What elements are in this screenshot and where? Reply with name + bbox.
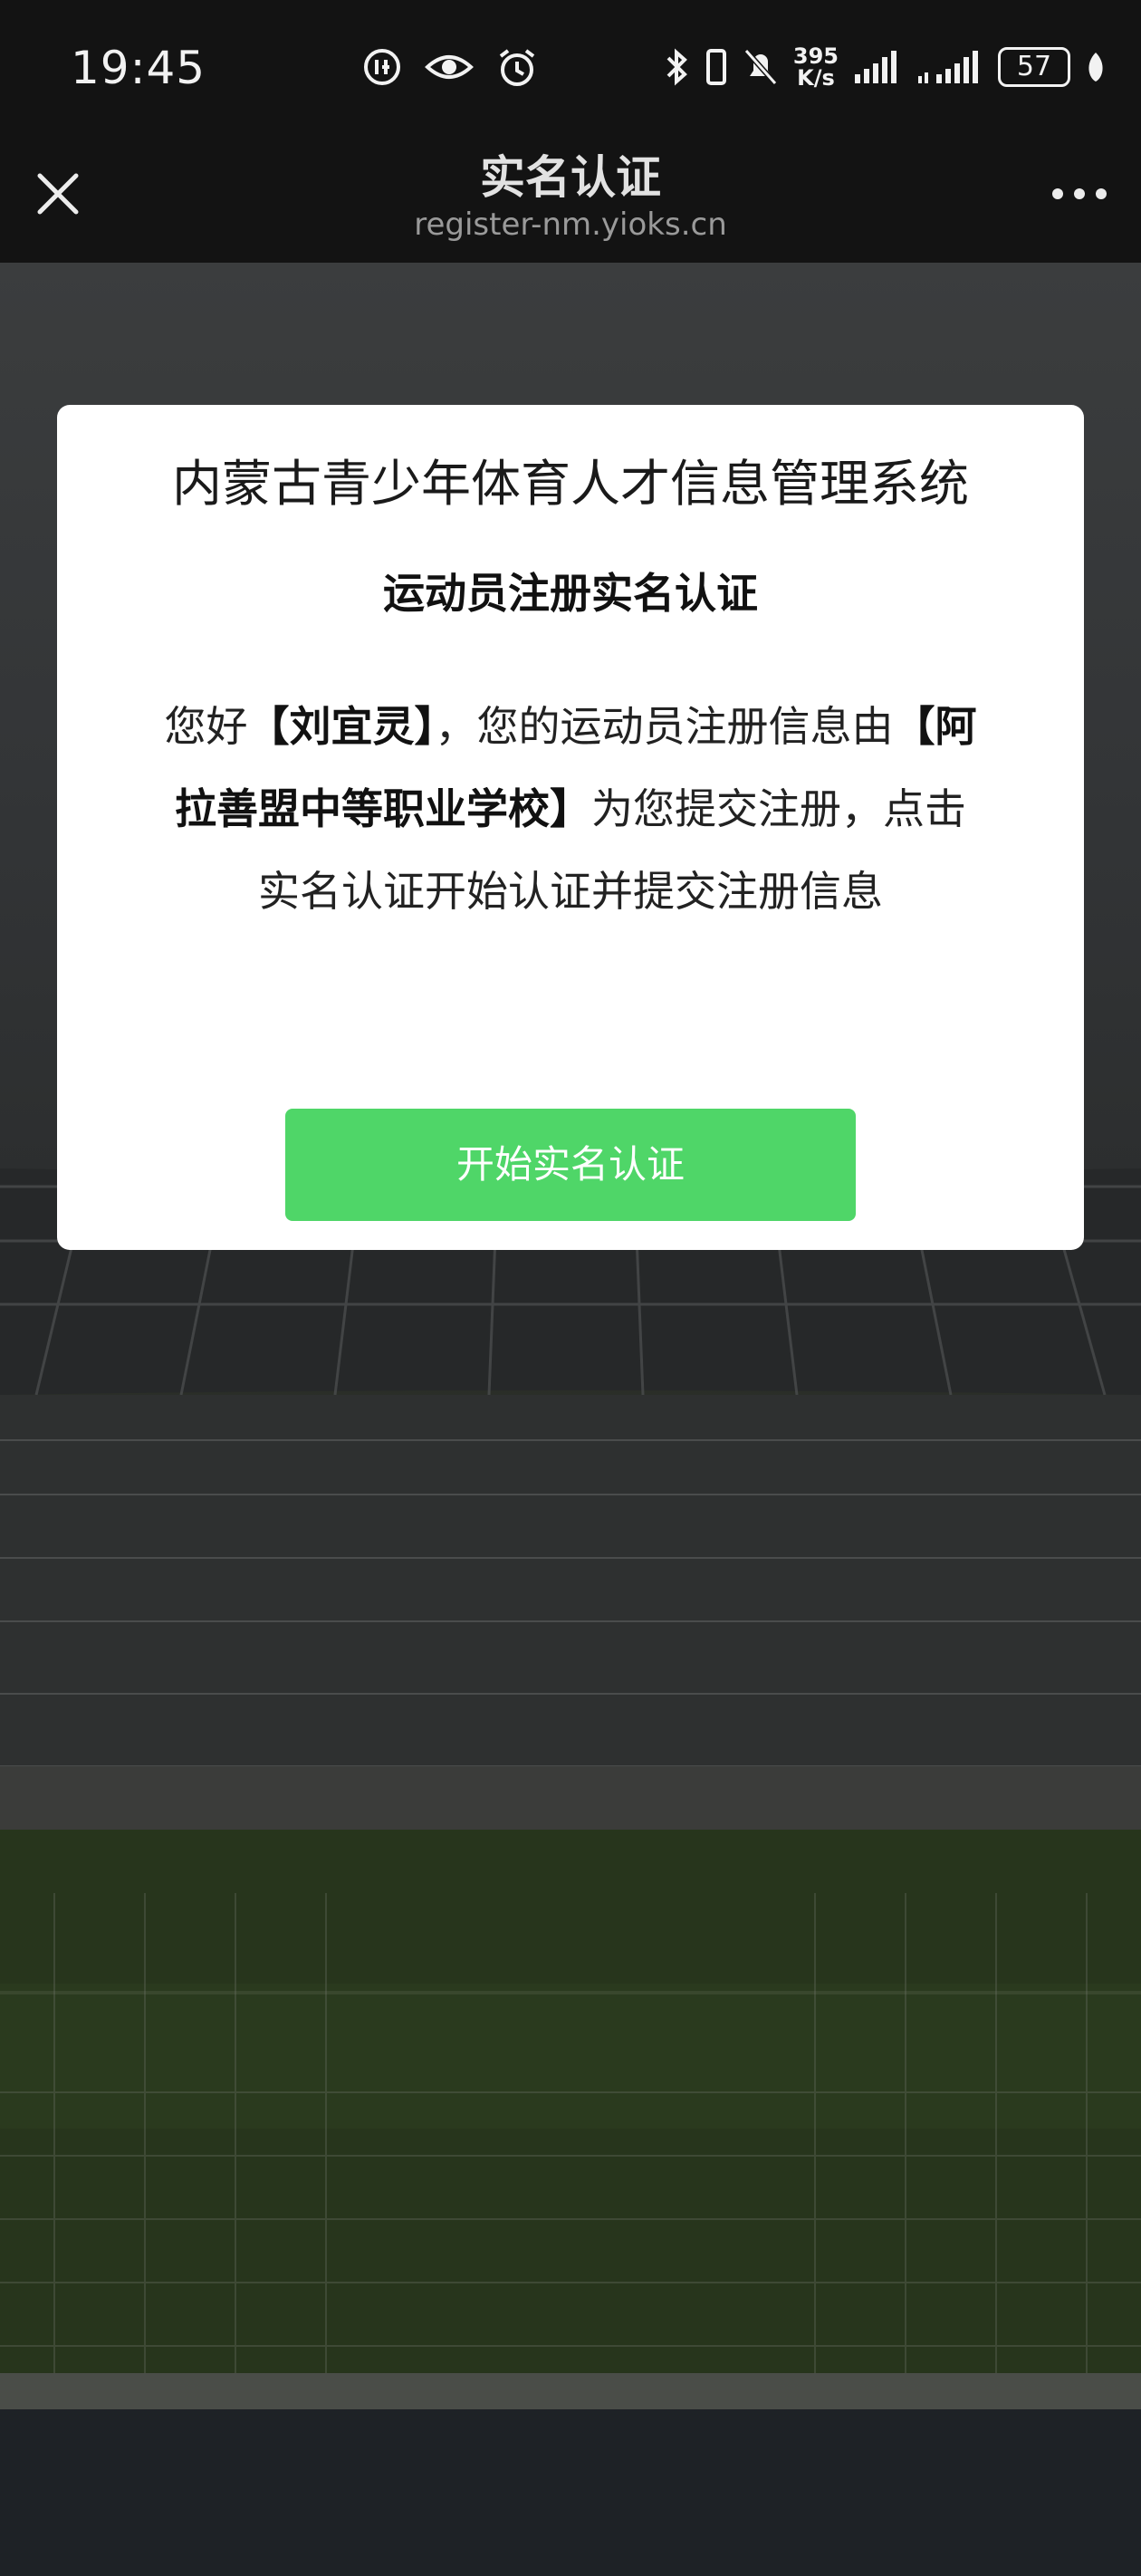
network-speed-unit: K/s: [797, 65, 835, 91]
dialog-message: 您好【刘宜灵】，您的运动员注册信息由【阿拉善盟中等职业学校】为您提交注册，点击实…: [157, 686, 984, 933]
alarm-icon: [499, 49, 535, 86]
page-url: register-nm.yioks.cn: [414, 207, 727, 243]
dialog-heading: 运动员注册实名认证: [383, 569, 758, 618]
athlete-name: 【刘宜灵】: [247, 702, 436, 751]
network-speed-value: 395: [792, 43, 839, 69]
vibrate-icon: [705, 49, 726, 85]
signal-icon-2: [918, 51, 978, 83]
start-verification-button[interactable]: 开始实名认证: [285, 1109, 856, 1221]
more-icon[interactable]: [1050, 187, 1108, 201]
hd-icon: [364, 49, 400, 85]
verification-dialog: 内蒙古青少年体育人才信息管理系统 运动员注册实名认证 您好【刘宜灵】，您的运动员…: [57, 405, 1084, 1250]
greeting-text: 您好: [164, 702, 248, 751]
system-name: 内蒙古青少年体育人才信息管理系统: [171, 455, 969, 513]
nav-bar: 实名认证 register-nm.yioks.cn: [0, 136, 1141, 263]
battery-indicator: 57: [998, 47, 1070, 87]
mute-icon: [743, 49, 778, 85]
leaf-icon: [1088, 53, 1103, 82]
network-speed: 395 K/s: [793, 45, 839, 89]
message-part-1: ，您的运动员注册信息由: [435, 702, 894, 751]
signal-icon: [855, 51, 896, 83]
status-left-icons: [362, 47, 538, 89]
status-bar: 19:45 395 K/s 57: [0, 0, 1141, 136]
bluetooth-icon: [666, 48, 687, 86]
eye-icon: [425, 55, 474, 79]
status-time: 19:45: [71, 42, 206, 94]
status-right-icons: 395 K/s 57: [663, 45, 1107, 89]
page-title: 实名认证: [480, 151, 661, 204]
